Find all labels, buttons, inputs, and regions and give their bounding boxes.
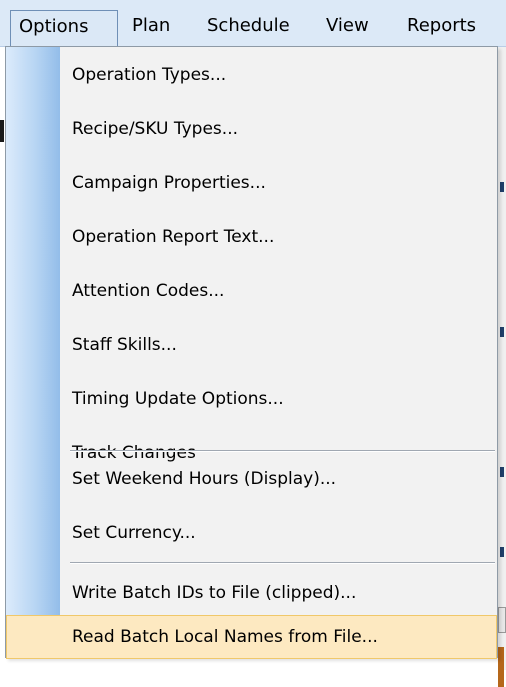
menu-item-label: Set Weekend Hours (Display)... [72,469,337,489]
menu-item-label: Campaign Properties... [72,173,266,193]
menu-item-read-batch-local-names[interactable]: Read Batch Local Names from File... [6,615,497,659]
menu-item-label: Attention Codes... [72,281,225,301]
menu-item-label: Operation Types... [72,65,227,85]
menu-item-timing-update-options[interactable]: Timing Update Options... [6,377,497,421]
menu-reports[interactable]: Reports [399,11,484,43]
menu-item-label: Recipe/SKU Types... [72,119,238,139]
menu-item-set-currency[interactable]: Set Currency... [6,511,497,555]
menu-item-attention-codes[interactable]: Attention Codes... [6,269,497,313]
menu-item-staff-skills[interactable]: Staff Skills... [6,323,497,367]
menu-item-label: Set Currency... [72,523,196,543]
menu-bar: Options Plan Schedule View Reports [0,0,506,47]
menu-options[interactable]: Options [10,10,118,47]
menu-view[interactable]: View [318,11,377,43]
background-window-edge [498,47,506,687]
menu-item-campaign-properties[interactable]: Campaign Properties... [6,161,497,205]
menu-item-label: Timing Update Options... [72,389,284,409]
menu-item-label: Operation Report Text... [72,227,275,247]
background-window-edge-left [0,120,4,142]
menu-item-label: Write Batch IDs to File (clipped)... [72,583,357,603]
menu-item-write-batch-ids[interactable]: Write Batch IDs to File (clipped)... [6,571,497,615]
menu-item-label: Staff Skills... [72,335,177,355]
options-dropdown-menu: Operation Types... Recipe/SKU Types... C… [5,46,498,659]
menu-item-operation-report-text[interactable]: Operation Report Text... [6,215,497,259]
menu-schedule[interactable]: Schedule [199,11,298,43]
menu-plan[interactable]: Plan [124,11,178,43]
menu-item-label: Read Batch Local Names from File... [72,627,378,647]
menu-item-operation-types[interactable]: Operation Types... [6,53,497,97]
menu-separator [70,450,495,452]
menu-item-set-weekend-hours[interactable]: Set Weekend Hours (Display)... [6,457,497,501]
menu-item-recipe-sku-types[interactable]: Recipe/SKU Types... [6,107,497,151]
menu-separator [70,562,495,564]
